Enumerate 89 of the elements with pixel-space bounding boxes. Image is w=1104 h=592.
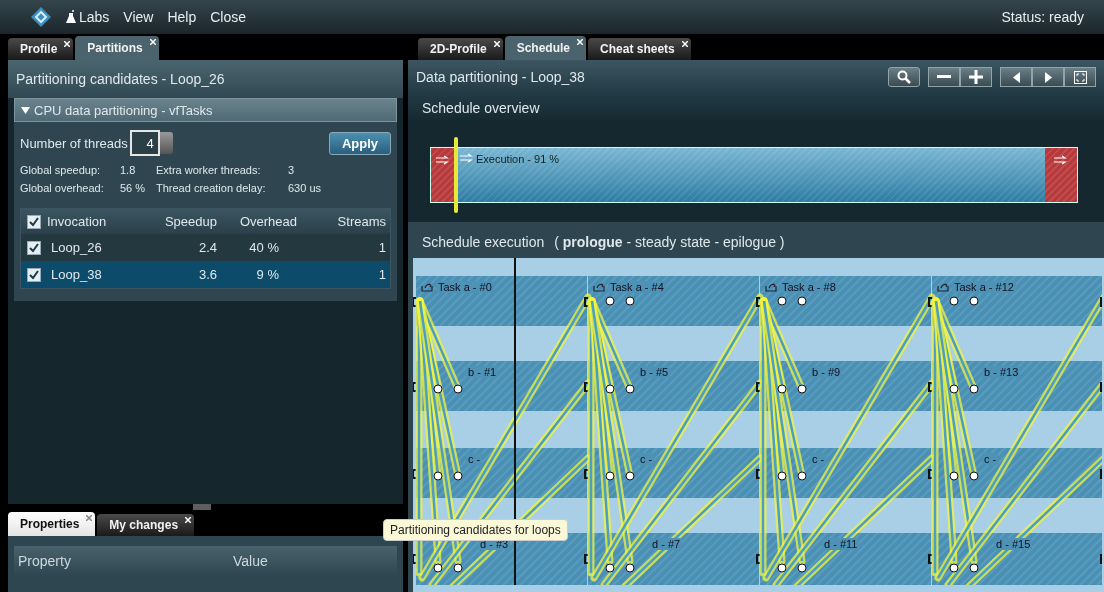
table-row[interactable]: Loop_26 2.4 40 % 1	[21, 234, 390, 261]
menu-item[interactable]: Close	[210, 9, 247, 25]
bar-label: Execution - 91 %	[476, 153, 560, 165]
tooltip: Partitioning candidates for loops	[383, 519, 568, 541]
column-header[interactable]: Property	[18, 553, 233, 569]
stat-value: 1.8	[120, 164, 137, 176]
task-label: Task a - #0	[436, 281, 494, 293]
fit-icon	[1073, 70, 1087, 84]
tab[interactable]: Schedule	[504, 36, 587, 60]
execution-bar[interactable]: Execution - 91 %	[430, 147, 1078, 203]
task-label: b - #1	[466, 366, 499, 378]
task-label: Task a - #4	[608, 281, 666, 293]
previous-button[interactable]	[1000, 67, 1032, 87]
checkbox[interactable]	[27, 267, 41, 282]
expanded-triangle-icon	[21, 106, 30, 114]
panel-title: Data partitioning - Loop_38	[416, 69, 585, 85]
fit-button[interactable]	[1064, 67, 1096, 87]
tab[interactable]: Properties	[8, 512, 96, 536]
column-header[interactable]: Invocation	[47, 214, 147, 229]
search-icon	[897, 70, 911, 84]
minus-icon	[937, 75, 951, 79]
position-marker[interactable]	[454, 137, 458, 213]
tab[interactable]: Profile	[8, 38, 74, 60]
task-label: Task a - #12	[952, 281, 1016, 293]
checkbox[interactable]	[27, 214, 41, 229]
task-label: Task a - #8	[780, 281, 838, 293]
arrows-icon	[1053, 155, 1067, 165]
table-cell-text: Loop_38	[50, 267, 103, 282]
table-cell-text: 9 %	[255, 267, 280, 282]
right-arrow-icon	[1044, 71, 1052, 83]
arrows-icon	[459, 153, 473, 163]
table-row[interactable]: Loop_38 3.6 9 % 1	[21, 261, 390, 288]
table-cell-text: Loop_26	[50, 240, 103, 255]
table-cell-text: 1	[377, 240, 387, 255]
logo-icon[interactable]	[30, 6, 52, 28]
section-header[interactable]: CPU data partitioning - vfTasks	[14, 98, 397, 122]
stat-label: Extra worker threads:	[156, 164, 262, 176]
left-arrow-icon	[1012, 71, 1020, 83]
task-label: d - #11	[822, 538, 860, 550]
task-label: b - #13	[982, 366, 1021, 378]
apply-button[interactable]: Apply	[328, 131, 391, 155]
tab[interactable]: 2D-Profile	[418, 38, 503, 60]
status-text: Status: ready	[1001, 9, 1085, 25]
zoom-out-button[interactable]	[928, 67, 960, 87]
task-label: d - #7	[650, 538, 683, 550]
task-label: c -	[638, 453, 655, 465]
task-icon	[593, 282, 605, 292]
task-label: c -	[982, 453, 999, 465]
task-label: b - #5	[638, 366, 671, 378]
stat-value: 56 %	[120, 182, 147, 194]
column-header[interactable]: Streams	[297, 214, 390, 229]
tab[interactable]: Partitions	[75, 36, 159, 60]
tab[interactable]: Cheat sheets	[588, 38, 691, 60]
table-cell-text: 40 %	[248, 240, 280, 255]
next-button[interactable]	[1032, 67, 1064, 87]
plus-icon	[969, 70, 983, 84]
section-title: Schedule execution	[422, 234, 545, 250]
column-header[interactable]: Overhead	[217, 214, 297, 229]
panel-title: Partitioning candidates - Loop_26	[16, 71, 225, 87]
section-title: Schedule overview	[422, 100, 540, 116]
checkbox[interactable]	[27, 240, 41, 255]
stat-value: 3	[288, 164, 296, 176]
search-button[interactable]	[888, 67, 920, 87]
task-label: c -	[810, 453, 827, 465]
menu-item[interactable]: Labs	[66, 9, 110, 25]
column-header[interactable]: Speedup	[147, 214, 217, 229]
menu-item[interactable]: Help	[167, 9, 197, 25]
task-label: d - #15	[994, 538, 1033, 550]
field-label: Number of threads	[20, 135, 128, 151]
table-cell-text: 3.6	[197, 267, 217, 282]
menu-item[interactable]: View	[123, 9, 154, 25]
table-cell-text: 2.4	[197, 240, 217, 255]
task-icon	[937, 282, 949, 292]
stat-label: Global overhead:	[20, 182, 105, 194]
task-icon	[765, 282, 777, 292]
task-icon	[421, 282, 433, 292]
task-label: c -	[466, 453, 483, 465]
stat-value: 630 us	[288, 182, 323, 194]
task-label: b - #9	[810, 366, 843, 378]
stat-label: Global speedup:	[20, 164, 102, 176]
tab[interactable]: My changes	[97, 514, 195, 536]
splitter-grip-icon[interactable]	[192, 504, 211, 510]
stat-label: Thread creation delay:	[156, 182, 267, 194]
column-header[interactable]: Value	[233, 553, 397, 569]
table-cell-text: 1	[377, 267, 387, 282]
phase-legend: ( prologue - steady state - epilogue )	[554, 234, 785, 250]
arrows-icon	[435, 155, 449, 165]
zoom-in-button[interactable]	[960, 67, 992, 87]
flask-icon	[66, 10, 76, 24]
